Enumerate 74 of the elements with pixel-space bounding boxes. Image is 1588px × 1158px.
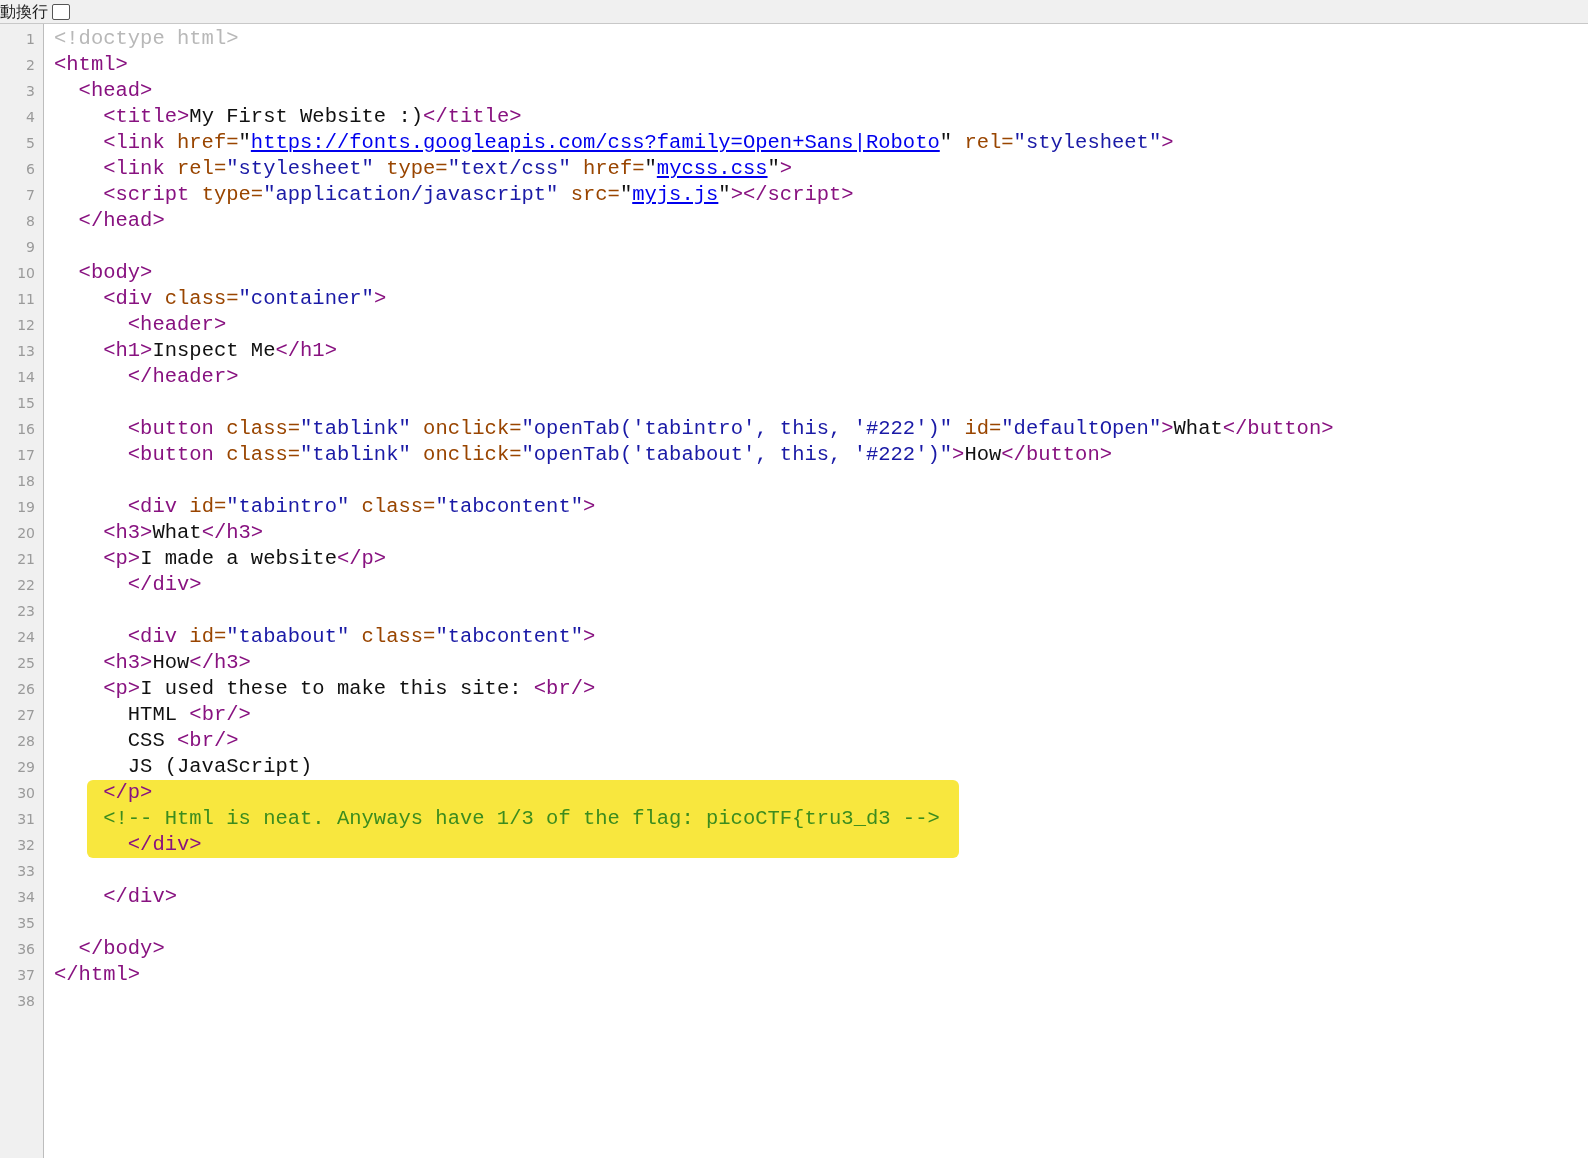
wrap-label: 動換行 <box>0 1 48 22</box>
link[interactable]: myjs.js <box>632 183 719 206</box>
code-line: <div class="container"> <box>102 287 387 310</box>
line-number: 1 <box>26 31 35 47</box>
code-line: </html> <box>53 963 141 986</box>
line-number: 31 <box>17 811 35 827</box>
code-line: <div id="tabintro" class="tabcontent"> <box>126 495 596 518</box>
line-number: 3 <box>26 83 35 99</box>
line-number: 14 <box>17 369 35 385</box>
link[interactable]: mycss.css <box>656 157 768 180</box>
line-number: 34 <box>17 889 35 905</box>
code-line: </body> <box>77 937 165 960</box>
line-number: 30 <box>17 785 35 801</box>
line-number: 10 <box>17 265 35 281</box>
code-line: </header> <box>126 365 239 388</box>
line-number: 9 <box>26 239 35 255</box>
line-number: 24 <box>17 629 35 645</box>
code-line: <link rel="stylesheet" type="text/css" href="mycss.css"> <box>102 157 793 180</box>
code-line: <html> <box>53 53 128 76</box>
code-line: CSS <br/> <box>126 729 239 752</box>
code-line: <script type="application/javascript" src="myjs.js"></script> <box>102 183 854 206</box>
line-number: 19 <box>17 499 35 515</box>
line-number: 8 <box>26 213 35 229</box>
line-number: 20 <box>17 525 35 541</box>
code-line: <!-- Html is neat. Anyways have 1/3 of the flag: picoCTF{tru3_d3 --> <box>102 807 940 830</box>
line-number: 21 <box>17 551 35 567</box>
code-line: <p>I made a website</p> <box>102 547 387 570</box>
code-line: <div id="tababout" class="tabcontent"> <box>126 625 596 648</box>
code-line: </head> <box>77 209 165 232</box>
code-line: <title>My First Website :)</title> <box>102 105 522 128</box>
line-number: 12 <box>17 317 35 333</box>
code-line: HTML <br/> <box>126 703 251 726</box>
line-number: 11 <box>17 291 35 307</box>
line-number: 15 <box>17 395 35 411</box>
code-line: <button class="tablink" onclick="openTab('tababout', this, '#222')">How</button> <box>126 443 1112 466</box>
line-number: 38 <box>17 993 35 1009</box>
code-line: JS (JavaScript) <box>126 755 313 778</box>
line-number: 23 <box>17 603 35 619</box>
code-line: <button class="tablink" onclick="openTab('tabintro', this, '#222')" id="defaultOpen">What</button> <box>126 417 1334 440</box>
line-number: 33 <box>17 863 35 879</box>
line-number: 22 <box>17 577 35 593</box>
code-line: <p>I used these to make this site: <br/> <box>102 677 596 700</box>
line-number: 35 <box>17 915 35 931</box>
line-number: 32 <box>17 837 35 853</box>
wrap-checkbox[interactable] <box>52 3 70 20</box>
code-line: <header> <box>126 313 227 336</box>
code-line: </p> <box>102 781 153 804</box>
line-number: 17 <box>17 447 35 463</box>
line-number: 4 <box>26 109 35 125</box>
code-line: <h3>How</h3> <box>102 651 251 674</box>
line-number: 37 <box>17 967 35 983</box>
code-line: <head> <box>77 79 153 102</box>
line-number: 6 <box>26 161 35 177</box>
line-number: 25 <box>17 655 35 671</box>
line-number: 27 <box>17 707 35 723</box>
line-number: 26 <box>17 681 35 697</box>
link[interactable]: https://fonts.googleapis.com/css?family=Open+Sans|Roboto <box>250 131 940 154</box>
code-line: <!doctype html> <box>53 27 239 50</box>
code-line: <link href="https://fonts.googleapis.com/css?family=Open+Sans|Roboto" rel="stylesheet"> <box>102 131 1174 154</box>
code-line: <h1>Inspect Me</h1> <box>102 339 337 362</box>
code-line: </div> <box>126 833 202 856</box>
line-number: 28 <box>17 733 35 749</box>
code-line: </div> <box>126 573 202 596</box>
code-line: <h3>What</h3> <box>102 521 264 544</box>
line-number: 29 <box>17 759 35 775</box>
line-number: 16 <box>17 421 35 437</box>
line-number: 13 <box>17 343 35 359</box>
line-number: 36 <box>17 941 35 957</box>
line-number: 18 <box>17 473 35 489</box>
line-number: 2 <box>26 57 35 73</box>
code-line: <body> <box>77 261 153 284</box>
line-number: 7 <box>26 187 35 203</box>
line-number: 5 <box>26 135 35 151</box>
code-line: </div> <box>102 885 178 908</box>
